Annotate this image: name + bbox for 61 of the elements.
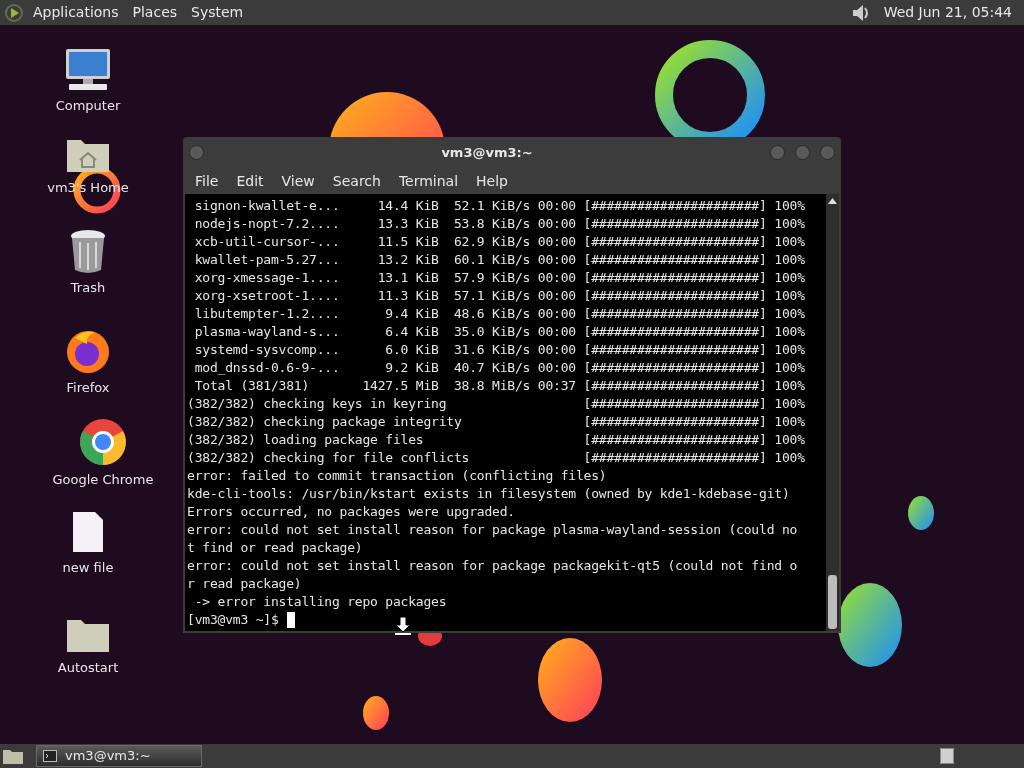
terminal-line: r read package) — [187, 575, 302, 593]
desktop-icon-label[interactable]: new file — [62, 558, 114, 578]
menu-item[interactable]: Search — [323, 170, 390, 192]
shell-prompt: [vm3@vm3 ~]$ — [187, 611, 279, 629]
terminal-icon — [43, 750, 57, 762]
terminal-line: error: could not set install reason for package packagekit-qt5 (could not find o — [187, 557, 798, 575]
desktop-icon-label[interactable]: Google Chrome — [52, 470, 154, 490]
taskbar-button[interactable]: vm3@vm3:~ — [36, 745, 202, 767]
desktop-icon-label[interactable]: Firefox — [66, 378, 110, 398]
clock[interactable]: Wed Jun 21, 05:44 — [875, 2, 1020, 23]
text-cursor — [286, 612, 295, 628]
menu-item[interactable]: Edit — [227, 170, 273, 192]
show-desktop-icon[interactable] — [2, 747, 24, 765]
scrollbar[interactable] — [826, 194, 839, 631]
terminal-line: kwallet-pam-5.27... 13.2 KiB 60.1 KiB/s 00:00 [######################] 100% — [193, 251, 805, 269]
workspace-switcher[interactable] — [940, 748, 954, 764]
menu-item[interactable]: Help — [467, 170, 517, 192]
minimize-button[interactable] — [770, 145, 785, 160]
close-button[interactable] — [820, 145, 835, 160]
maximize-button[interactable] — [795, 145, 810, 160]
trash-icon — [68, 228, 108, 274]
panel-menu[interactable]: System — [186, 2, 249, 23]
terminal-line: (382/382) checking for file conflicts [######################] 100% — [187, 449, 805, 467]
terminal-line: kde-cli-tools: /usr/bin/kstart exists in filesystem (owned by kde1-kdebase-git) — [187, 485, 790, 503]
panel-menu[interactable]: Places — [127, 2, 183, 23]
terminal-line: xorg-xsetroot-1.... 11.3 KiB 57.1 KiB/s 00:00 [######################] 100% — [193, 287, 805, 305]
desktop-icon-label[interactable]: Autostart — [57, 658, 119, 678]
terminal-line: xcb-util-cursor-... 11.5 KiB 62.9 KiB/s 00:00 [######################] 100% — [193, 233, 805, 251]
menu-item[interactable]: View — [272, 170, 324, 192]
desktop-icon-label[interactable]: Computer — [55, 96, 121, 116]
panel-menu[interactable]: Applications — [28, 2, 124, 23]
scrollbar-thumb[interactable] — [828, 575, 837, 629]
terminal-line: signon-kwallet-e... 14.4 KiB 52.1 KiB/s 00:00 [######################] 100% — [193, 197, 805, 215]
terminal-line: mod_dnssd-0.6-9-... 9.2 KiB 40.7 KiB/s 00:00 [######################] 100% — [193, 359, 805, 377]
terminal-line: Total (381/381) 1427.5 MiB 38.8 MiB/s 00:37 [######################] 100% — [193, 377, 805, 395]
wallpaper-circle — [908, 496, 934, 530]
terminal-line: plasma-wayland-s... 6.4 KiB 35.0 KiB/s 00:00 [######################] 100% — [193, 323, 805, 341]
terminal-line: (382/382) checking keys in keyring [######################] 100% — [187, 395, 805, 413]
terminal-line: systemd-sysvcomp... 6.0 KiB 31.6 KiB/s 00:00 [######################] 100% — [193, 341, 805, 359]
window-title: vm3@vm3:~ — [440, 143, 534, 162]
terminal-line: -> error installing repo packages — [193, 593, 447, 611]
terminal-line: xorg-xmessage-1.... 13.1 KiB 57.9 KiB/s 00:00 [######################] 100% — [193, 269, 805, 287]
scroll-up-icon[interactable] — [828, 197, 837, 205]
terminal-line: error: could not set install reason for package plasma-wayland-session (could no — [187, 521, 798, 539]
firefox-icon — [65, 328, 111, 374]
terminal-line: (382/382) loading package files [######################] 100% — [187, 431, 805, 449]
menu-logo-icon[interactable] — [4, 2, 24, 23]
chrome-icon — [79, 418, 127, 466]
terminal-line: error: failed to commit transaction (conflicting files) — [187, 467, 607, 485]
terminal-line: Errors occurred, no packages were upgraded. — [187, 503, 515, 521]
desktop-icon-label[interactable]: Trash — [70, 278, 106, 298]
menu-item[interactable]: File — [186, 170, 228, 192]
terminal-line: t find or read package) — [187, 539, 363, 557]
window-menu-button[interactable] — [189, 145, 204, 160]
terminal-line: nodejs-nopt-7.2.... 13.3 KiB 53.8 KiB/s 00:00 [######################] 100% — [193, 215, 805, 233]
terminal-line: libutempter-1.2.... 9.4 KiB 48.6 KiB/s 00:00 [######################] 100% — [193, 305, 805, 323]
computer-icon — [63, 48, 113, 92]
menu-item[interactable]: Terminal — [389, 170, 468, 192]
terminal-line: (382/382) checking package integrity [######################] 100% — [187, 413, 805, 431]
file-icon — [71, 510, 105, 554]
wallpaper-circle — [363, 696, 389, 730]
